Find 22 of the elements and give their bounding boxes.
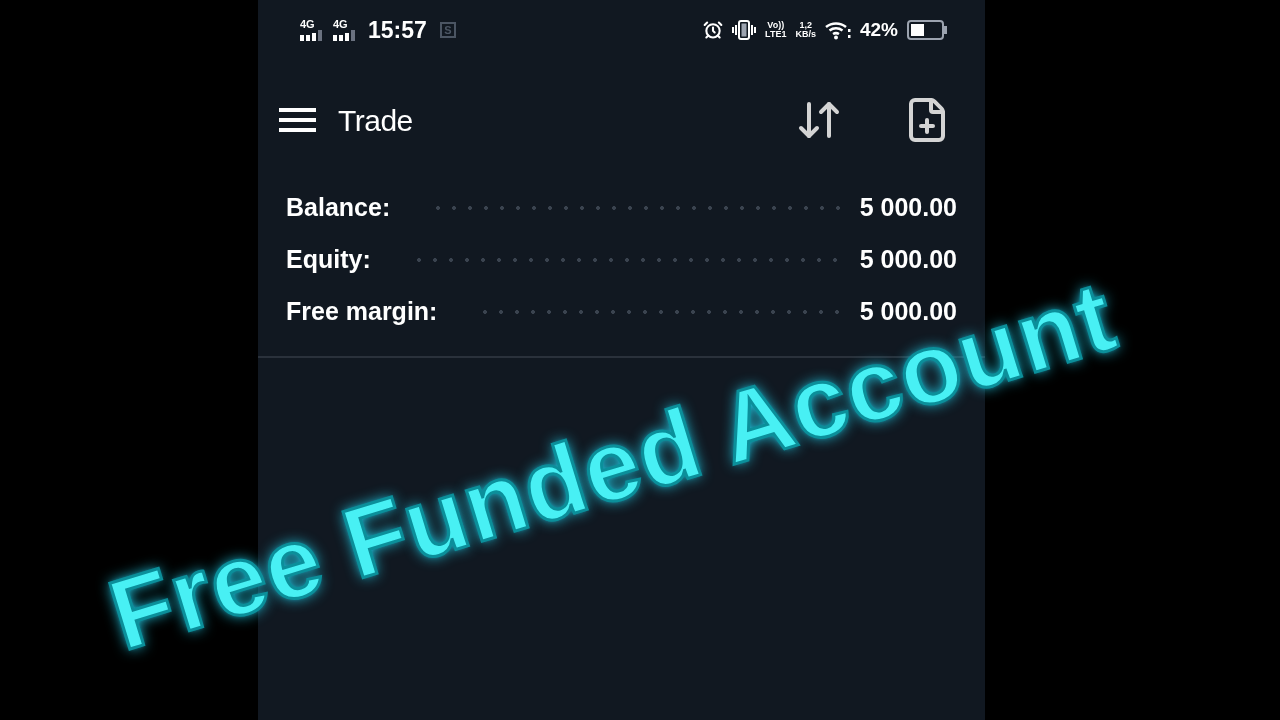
summary-label: Equity:	[286, 244, 371, 276]
vibrate-icon	[732, 20, 757, 40]
network-speed-unit: KB/s	[795, 30, 816, 39]
network-type-label: 4G	[300, 19, 315, 30]
screen-title: Trade	[338, 102, 413, 139]
signal-bars-icon	[333, 30, 357, 41]
summary-label: Free margin:	[286, 296, 438, 328]
clock-time: 15:57	[368, 15, 427, 45]
volte-sim-label: LTE1	[765, 30, 787, 39]
signal-bars-icon	[300, 30, 324, 41]
summary-label: Balance:	[286, 192, 391, 224]
summary-value: 5 000.00	[859, 244, 957, 276]
wifi-icon	[824, 20, 851, 40]
network-speed-value: 1,2	[799, 21, 812, 30]
network-type-label: 4G	[333, 19, 348, 30]
menu-icon[interactable]	[279, 108, 316, 132]
alarm-icon	[703, 20, 724, 40]
summary-value: 5 000.00	[859, 192, 957, 224]
screenshot-icon: S	[439, 22, 456, 38]
volte-label: Vo))	[767, 21, 785, 30]
battery-icon	[907, 20, 947, 40]
battery-percent: 42%	[859, 17, 898, 42]
